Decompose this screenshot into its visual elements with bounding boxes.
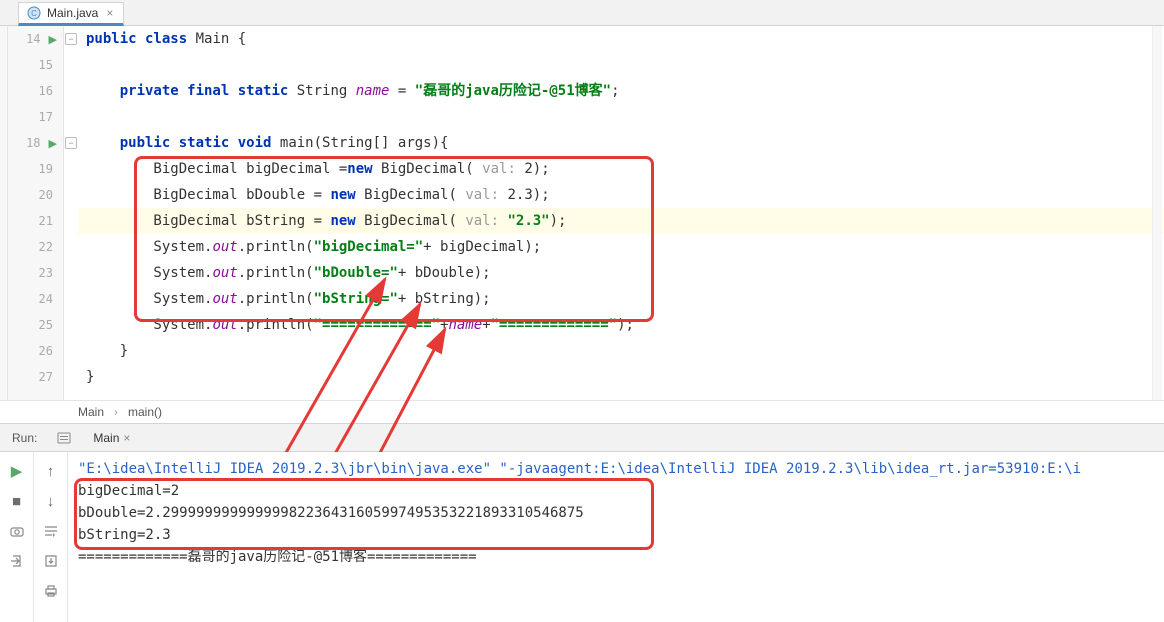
gutter: 14 ▶ 15 16 17 18 ▶ 19 20 21 22 23 24 25 26… bbox=[8, 26, 64, 400]
editor-minimap bbox=[1152, 26, 1162, 400]
line-number: 16 bbox=[8, 84, 57, 98]
run-tab-main[interactable]: Main × bbox=[83, 427, 140, 449]
run-actions-col1: ▶ ■ bbox=[0, 452, 34, 622]
soft-wrap-button[interactable] bbox=[40, 520, 62, 542]
breadcrumb-item[interactable]: Main bbox=[78, 405, 104, 419]
line-number: 23 bbox=[8, 266, 57, 280]
line-number: 26 bbox=[8, 344, 57, 358]
svg-text:C: C bbox=[31, 9, 37, 18]
print-button[interactable] bbox=[40, 580, 62, 602]
stop-button[interactable]: ■ bbox=[6, 490, 28, 512]
close-icon[interactable]: × bbox=[104, 6, 115, 20]
line-number: 20 bbox=[8, 188, 57, 202]
line-number: 25 bbox=[8, 318, 57, 332]
tab-label: Main.java bbox=[47, 6, 98, 20]
fold-icon[interactable]: − bbox=[65, 137, 77, 149]
run-label: Run: bbox=[4, 431, 45, 445]
console-line: bigDecimal=2 bbox=[78, 480, 1154, 502]
left-strip bbox=[0, 26, 8, 400]
console-output[interactable]: "E:\idea\IntelliJ IDEA 2019.2.3\jbr\bin\… bbox=[68, 452, 1164, 622]
dump-button[interactable] bbox=[6, 520, 28, 542]
breadcrumb: Main › main() bbox=[0, 400, 1164, 424]
line-number: 21 bbox=[8, 214, 57, 228]
run-line-icon[interactable]: ▶ bbox=[49, 33, 57, 46]
run-actions-col2: ↑ ↓ bbox=[34, 452, 68, 622]
debug-config-icon[interactable] bbox=[55, 429, 73, 447]
java-file-icon: C bbox=[27, 6, 41, 20]
console-line: bDouble=2.299999999999999822364316059974… bbox=[78, 502, 1154, 524]
tab-bar: C Main.java × bbox=[0, 0, 1164, 26]
console-cmd: "E:\idea\IntelliJ IDEA 2019.2.3\jbr\bin\… bbox=[78, 458, 1154, 480]
line-number: 17 bbox=[8, 110, 57, 124]
fold-icon[interactable]: − bbox=[65, 33, 77, 45]
exit-button[interactable] bbox=[6, 550, 28, 572]
line-number: 24 bbox=[8, 292, 57, 306]
run-line-icon[interactable]: ▶ bbox=[49, 137, 57, 150]
line-number: 22 bbox=[8, 240, 57, 254]
console-line: =============磊哥的java历险记-@51博客===========… bbox=[78, 546, 1154, 568]
line-number: 15 bbox=[8, 58, 57, 72]
close-icon[interactable]: × bbox=[123, 431, 130, 445]
editor-area: 14 ▶ 15 16 17 18 ▶ 19 20 21 22 23 24 25 26… bbox=[0, 26, 1164, 400]
run-tab-label: Main bbox=[93, 431, 119, 445]
line-number: 18 bbox=[8, 136, 45, 150]
line-number: 14 bbox=[8, 32, 45, 46]
console-area: ▶ ■ ↑ ↓ "E:\idea\IntelliJ IDEA 2019.2.3\… bbox=[0, 452, 1164, 622]
rerun-button[interactable]: ▶ bbox=[6, 460, 28, 482]
code-editor[interactable]: public class Main { private final static… bbox=[78, 26, 1164, 400]
editor-tab-main[interactable]: C Main.java × bbox=[18, 2, 124, 26]
line-number: 19 bbox=[8, 162, 57, 176]
down-stack-button[interactable]: ↓ bbox=[40, 490, 62, 512]
run-tool-header: Run: Main × bbox=[0, 424, 1164, 452]
line-number: 27 bbox=[8, 370, 57, 384]
scroll-end-button[interactable] bbox=[40, 550, 62, 572]
up-stack-button[interactable]: ↑ bbox=[40, 460, 62, 482]
chevron-right-icon: › bbox=[114, 405, 118, 419]
console-line: bString=2.3 bbox=[78, 524, 1154, 546]
breadcrumb-item[interactable]: main() bbox=[128, 405, 162, 419]
